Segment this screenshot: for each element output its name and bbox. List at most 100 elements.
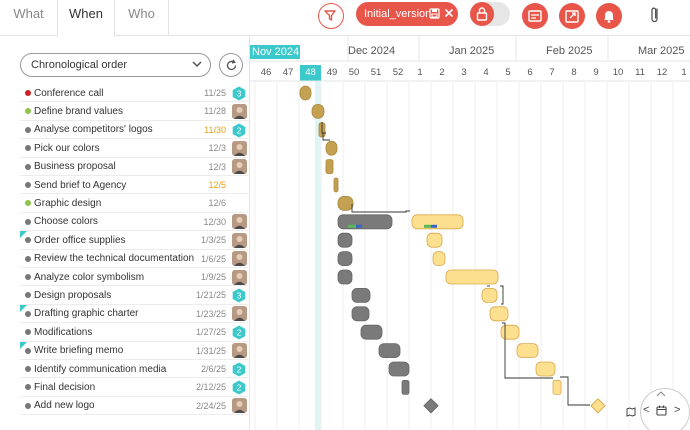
subtask-count: 2 bbox=[237, 383, 242, 393]
status-dot bbox=[25, 366, 31, 372]
task-due-date: 1/23/25 bbox=[195, 308, 226, 319]
task-row[interactable]: Conference call 11/25 3 bbox=[20, 84, 250, 103]
subtask-count: 2 bbox=[237, 365, 242, 375]
status-dot bbox=[25, 108, 31, 115]
task-row[interactable]: Business proposal 12/3 bbox=[20, 158, 250, 176]
subtask-count-badge[interactable]: 2 bbox=[232, 123, 246, 138]
task-row[interactable]: Add new logo 2/24/25 bbox=[20, 397, 250, 416]
assignee-avatar[interactable] bbox=[232, 343, 247, 359]
lock-toggle[interactable] bbox=[470, 2, 510, 26]
tab-what[interactable]: What bbox=[0, 0, 57, 36]
task-due-date: 11/30 bbox=[204, 124, 226, 135]
subtask-count-badge[interactable]: 2 bbox=[232, 362, 246, 377]
task-row[interactable]: Drafting graphic charter 1/23/25 bbox=[20, 304, 250, 324]
progress-indicator bbox=[356, 224, 362, 228]
progress-indicator bbox=[348, 224, 356, 228]
save-icon[interactable] bbox=[429, 8, 440, 19]
share-button[interactable] bbox=[559, 3, 585, 29]
task-due-date: 1/27/25 bbox=[195, 327, 226, 338]
task-row[interactable]: Order office supplies 1/3/25 bbox=[20, 231, 250, 250]
assignee-avatar[interactable] bbox=[232, 251, 247, 267]
task-name: Choose colors bbox=[34, 216, 98, 228]
task-name: Order office supplies bbox=[34, 234, 126, 246]
assignee-avatar[interactable] bbox=[232, 214, 247, 230]
task-due-date: 12/5 bbox=[208, 180, 226, 190]
status-dot bbox=[25, 218, 31, 225]
attachment-icon[interactable] bbox=[648, 5, 662, 25]
refresh-button[interactable] bbox=[219, 53, 243, 77]
task-name: Conference call bbox=[34, 87, 104, 99]
assignee-avatar[interactable] bbox=[232, 306, 247, 322]
task-due-date: 12/3 bbox=[208, 143, 226, 154]
task-row[interactable]: Final decision 2/12/25 2 bbox=[20, 378, 250, 397]
status-dot bbox=[25, 274, 31, 280]
status-dot bbox=[25, 292, 31, 299]
status-dot bbox=[25, 402, 31, 409]
status-dot bbox=[25, 329, 31, 336]
task-name: Send brief to Agency bbox=[34, 179, 127, 191]
task-row[interactable]: Pick our colors 12/3 bbox=[20, 139, 250, 158]
map-icon[interactable] bbox=[626, 407, 636, 417]
task-bar bbox=[388, 361, 410, 377]
task-row[interactable]: Modifications 1/27/25 2 bbox=[20, 323, 250, 342]
assignee-avatar[interactable] bbox=[232, 140, 247, 156]
task-name: Add new logo bbox=[34, 400, 95, 412]
task-row[interactable]: Analyze color symbolism 1/9/25 bbox=[20, 268, 250, 287]
notifications-button[interactable] bbox=[596, 3, 622, 29]
task-bar bbox=[311, 104, 325, 119]
status-dot bbox=[25, 90, 31, 96]
task-name: Identify communication media bbox=[34, 363, 167, 375]
task-row[interactable]: Graphic design 12/6 bbox=[20, 194, 250, 213]
subtask-count: 3 bbox=[237, 291, 242, 301]
task-due-date: 2/12/25 bbox=[195, 382, 226, 393]
export-button[interactable] bbox=[522, 3, 548, 29]
chevron-down-icon bbox=[192, 61, 202, 68]
dependency-arrow bbox=[351, 204, 410, 213]
chevron-up-icon[interactable] bbox=[656, 391, 666, 397]
subtask-count: 3 bbox=[237, 89, 242, 99]
subtask-count-badge[interactable]: 2 bbox=[232, 325, 246, 340]
subtask-count: 2 bbox=[237, 328, 242, 338]
task-due-date: 2/6/25 bbox=[200, 364, 226, 374]
task-due-date: 11/28 bbox=[204, 106, 226, 117]
close-icon[interactable] bbox=[444, 8, 454, 18]
previous-button[interactable]: < bbox=[643, 404, 649, 416]
assignee-avatar[interactable] bbox=[232, 103, 247, 119]
task-row[interactable]: Identify communication media 2/6/25 2 bbox=[20, 360, 250, 379]
subtask-count-badge[interactable]: 3 bbox=[232, 288, 246, 303]
task-row[interactable]: Choose colors 12/30 bbox=[20, 213, 250, 232]
task-bar bbox=[325, 159, 334, 174]
task-row[interactable]: Design proposals 1/21/25 3 bbox=[20, 286, 250, 305]
task-row[interactable]: Review the technical documentation 1/6/25 bbox=[20, 250, 250, 268]
task-row[interactable]: Send brief to Agency 12/5 bbox=[20, 176, 250, 195]
subtask-count-badge[interactable]: 2 bbox=[232, 380, 246, 395]
assignee-avatar[interactable] bbox=[232, 159, 247, 175]
status-dot bbox=[25, 255, 31, 262]
lock-icon bbox=[476, 7, 488, 21]
task-bar bbox=[325, 140, 338, 156]
task-row[interactable]: Analyse competitors' logos 11/30 2 bbox=[20, 121, 250, 140]
status-dot bbox=[25, 200, 31, 207]
task-bar bbox=[351, 287, 371, 303]
task-bar bbox=[378, 343, 401, 359]
task-bar bbox=[333, 177, 339, 193]
tab-who[interactable]: Who bbox=[115, 0, 168, 36]
task-name: Design proposals bbox=[34, 289, 112, 301]
assignee-avatar[interactable] bbox=[232, 269, 247, 285]
task-due-date: 1/3/25 bbox=[200, 235, 226, 246]
tab-when[interactable]: When bbox=[57, 0, 115, 37]
version-selector[interactable]: Initial_version bbox=[356, 2, 458, 26]
task-row[interactable]: Define brand values 11/28 bbox=[20, 102, 250, 121]
next-button[interactable]: > bbox=[674, 404, 680, 416]
task-due-date: 11/25 bbox=[204, 88, 226, 98]
calendar-icon[interactable] bbox=[656, 405, 667, 416]
task-row[interactable]: Write briefing memo 1/31/25 bbox=[20, 341, 250, 360]
status-dot bbox=[25, 347, 31, 354]
task-bar bbox=[337, 251, 353, 267]
subtask-count-badge[interactable]: 3 bbox=[232, 86, 246, 101]
filter-button[interactable] bbox=[318, 3, 344, 29]
status-dot bbox=[25, 384, 31, 391]
assignee-avatar[interactable] bbox=[232, 232, 247, 248]
sort-order-select[interactable]: Chronological order bbox=[20, 53, 211, 77]
assignee-avatar[interactable] bbox=[232, 398, 247, 414]
